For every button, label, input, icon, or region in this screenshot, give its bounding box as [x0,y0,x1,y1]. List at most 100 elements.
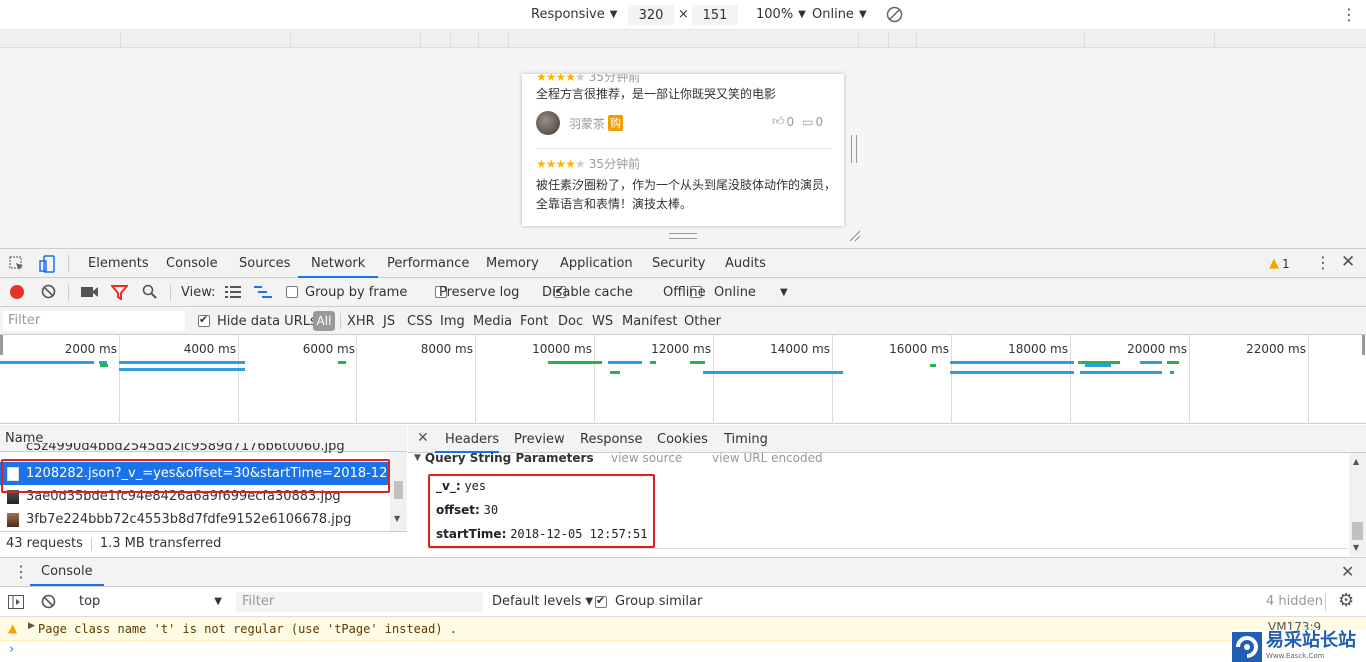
filter-icon[interactable] [109,285,130,301]
console-filter-input[interactable]: Filter [236,592,483,612]
gear-icon[interactable]: ⚙ [1338,590,1354,611]
divider [536,148,832,149]
large-rows-icon[interactable] [225,286,241,298]
image-file-icon [7,513,19,527]
clear-icon[interactable] [41,284,56,299]
console-prompt[interactable]: › [0,641,1366,662]
view-url-encoded-link[interactable]: view URL encoded [712,451,823,465]
scroll-down-icon[interactable]: ▼ [394,514,400,523]
request-row-selected[interactable]: 1208282.json?_v_=yes&offset=30&startTime… [0,462,390,485]
expand-triangle-icon[interactable]: ▶ [28,621,35,631]
scrollbar-thumb[interactable] [394,481,403,499]
height-resize-handle[interactable] [669,233,697,239]
filter-type-font[interactable]: Font [520,314,548,329]
scroll-up-icon[interactable]: ▲ [1353,457,1359,466]
view-label: View: [181,285,216,300]
more-options-icon[interactable]: ⋮ [1341,5,1357,25]
tab-response[interactable]: Response [580,432,642,447]
inspect-element-icon[interactable] [9,256,25,272]
requests-scrollbar[interactable]: ▼ [390,452,407,531]
filter-input[interactable]: Filter [3,311,185,331]
username[interactable]: 羽蒙茶 [569,115,605,132]
filter-type-all[interactable]: All [313,311,335,331]
tab-console[interactable]: Console [166,249,218,278]
rotate-icon[interactable] [886,6,903,23]
tab-network[interactable]: Network [298,249,379,278]
more-options-icon[interactable]: ⋮ [1315,253,1331,272]
tab-performance[interactable]: Performance [387,249,469,278]
filter-type-media[interactable]: Media [473,314,512,329]
detail-tabbar: ✕ Headers Preview Response Cookies Timin… [408,425,1366,453]
query-params-section-header[interactable]: ▼ Query String Parameters [414,451,594,465]
filter-type-manifest[interactable]: Manifest [622,314,677,329]
group-similar-checkbox[interactable] [595,594,607,608]
devtools-tabbar: Elements Console Sources Network Perform… [0,248,1366,278]
scrollbar-thumb[interactable] [1352,522,1363,540]
warnings-indicator[interactable]: ▲ 1 [1269,256,1290,271]
log-levels-dropdown[interactable]: Default levels ▼ [492,594,593,609]
record-icon[interactable] [10,285,24,299]
request-row[interactable]: 3ae0d35bde1fc94e8426a6a9f699ecfa30883.jp… [0,485,390,508]
search-icon[interactable] [142,284,158,300]
tab-elements[interactable]: Elements [88,249,149,278]
close-drawer-icon[interactable]: ✕ [1341,562,1354,581]
tab-application[interactable]: Application [560,249,633,278]
zoom-dropdown[interactable]: 100% ▼ [756,7,806,22]
detail-scrollbar[interactable]: ▲ ▼ [1349,453,1366,556]
throttling-dropdown[interactable]: Online ▼ [714,285,788,300]
comment-icon[interactable]: ▭ [802,115,813,129]
tick-label: 10000 ms [532,342,592,356]
clear-console-icon[interactable] [41,594,56,609]
device-toggle-icon[interactable] [39,255,55,273]
tab-sources[interactable]: Sources [239,249,290,278]
tab-console-drawer[interactable]: Console [30,558,104,586]
warning-text: Page class name 't' is not regular (use … [38,622,458,636]
timing-bar [930,364,936,367]
group-by-frame-checkbox[interactable] [286,286,298,298]
param-key: _v_: [436,479,461,493]
tab-audits[interactable]: Audits [725,249,766,278]
filter-bar: Filter Hide data URLs All XHR JS CSS Img… [0,307,1366,335]
section-title: Query String Parameters [424,451,594,465]
request-name: 3fb7e224bbb72c4553b8d7fdfe9152e6106678.j… [26,512,352,527]
device-mode-dropdown[interactable]: Responsive ▼ [531,7,617,22]
overview-window-right-handle[interactable] [1362,335,1365,355]
review-text: 被任素汐圈粉了，作为一个从头到尾没肢体动作的演员，全靠语言和表情！演技太棒。 [536,178,837,211]
avatar[interactable] [536,111,560,135]
caret-down-icon: ▼ [779,287,788,298]
overview-window-left-handle[interactable] [0,335,3,355]
filter-type-doc[interactable]: Doc [558,314,583,329]
width-resize-handle[interactable] [851,135,857,163]
scroll-down-icon[interactable]: ▼ [1353,543,1359,552]
tab-headers[interactable]: Headers [445,432,499,447]
filter-type-css[interactable]: CSS [407,314,433,329]
timing-bar [690,361,705,364]
filter-type-xhr[interactable]: XHR [347,314,375,329]
view-source-link[interactable]: view source [611,451,682,465]
height-input[interactable]: 151 [692,5,738,25]
waterfall-overview-icon[interactable] [254,286,272,298]
filter-type-img[interactable]: Img [440,314,465,329]
request-row[interactable]: c5z4990d4bbd2545d52ic9589d7176b6t0060.jp… [0,443,390,455]
corner-resize-icon[interactable] [847,228,861,242]
capture-screenshots-icon[interactable] [81,286,99,298]
context-selector[interactable]: top ▼ [79,594,222,609]
filter-type-ws[interactable]: WS [592,314,613,329]
close-devtools-icon[interactable]: ✕ [1341,252,1355,272]
hide-data-urls-checkbox[interactable] [198,313,210,327]
request-row[interactable]: 3fb7e224bbb72c4553b8d7fdfe9152e6106678.j… [0,508,390,531]
network-throttle-dropdown[interactable]: Online ▼ [812,7,867,22]
tab-preview[interactable]: Preview [514,432,565,447]
tab-cookies[interactable]: Cookies [657,432,708,447]
drawer-menu-icon[interactable]: ⋮ [13,562,29,581]
filter-type-other[interactable]: Other [684,314,721,329]
tab-timing[interactable]: Timing [724,432,768,447]
tab-memory[interactable]: Memory [486,249,539,278]
network-overview[interactable]: 2000 ms 4000 ms 6000 ms 8000 ms 10000 ms… [0,335,1366,424]
thumbs-up-icon[interactable]: 👍︎ [772,114,785,129]
close-detail-icon[interactable]: ✕ [417,430,429,446]
filter-type-js[interactable]: JS [383,314,395,329]
sidebar-toggle-icon[interactable] [8,595,24,609]
width-input[interactable]: 320 [628,5,674,25]
tab-security[interactable]: Security [652,249,705,278]
